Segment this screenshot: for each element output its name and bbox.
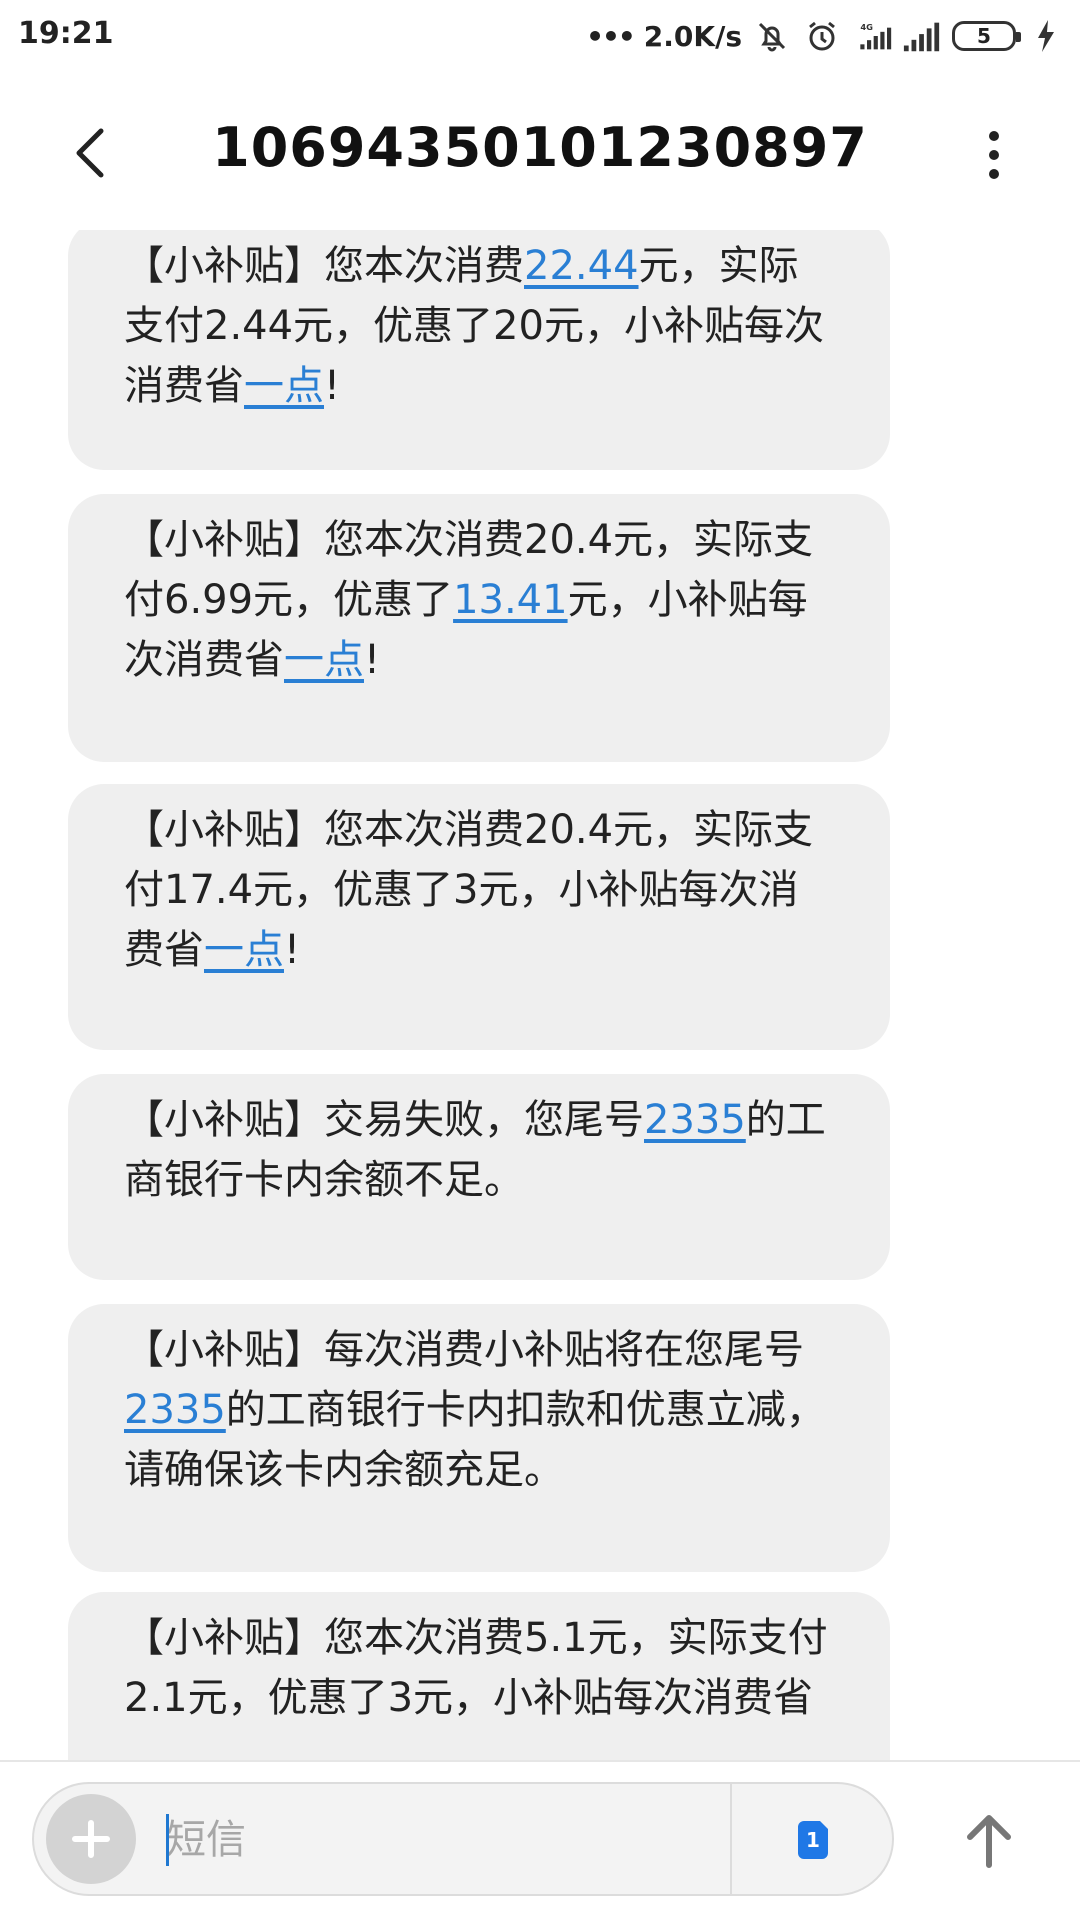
- add-attachment-button[interactable]: [46, 1794, 136, 1884]
- message-text: !: [284, 927, 301, 973]
- message-bubble[interactable]: 【小补贴】交易失败，您尾号2335的工商银行卡内余额不足。: [68, 1074, 890, 1280]
- charging-icon: [1026, 16, 1066, 56]
- message-link[interactable]: 22.44: [524, 243, 639, 289]
- sim-select-button[interactable]: 1: [790, 1816, 836, 1862]
- battery-icon: 5: [952, 21, 1021, 51]
- alarm-icon: [802, 16, 842, 56]
- message-bubble[interactable]: 【小补贴】您本次消费20.4元，实际支付17.4元，优惠了3元，小补贴每次消费省…: [68, 784, 890, 1050]
- status-icons: ••• 2.0K/s 4G 5: [586, 14, 1066, 58]
- mute-bell-icon: [752, 16, 792, 56]
- message-link[interactable]: 一点: [244, 363, 324, 409]
- status-time: 19:21: [18, 16, 114, 51]
- message-bubble[interactable]: 【小补贴】每次消费小补贴将在您尾号 2335的工商银行卡内扣款和优惠立减，请确保该…: [68, 1304, 890, 1572]
- signal-4g-icon: 4G: [852, 16, 892, 56]
- divider: [0, 1760, 1080, 1762]
- send-button[interactable]: [954, 1806, 1024, 1876]
- message-input[interactable]: [164, 1798, 728, 1882]
- message-text: 【小补贴】您本次消费5.1元，实际支付2.1元，优惠了3元，小补贴每次消费省: [124, 1615, 828, 1721]
- message-link[interactable]: 2335: [124, 1387, 226, 1433]
- message-link[interactable]: 一点: [284, 637, 364, 683]
- message-text: 的工商银行卡内扣款和优惠立减，请确保该卡内余额充足。: [124, 1387, 826, 1493]
- conversation-title: 10694350101230897: [212, 116, 868, 179]
- sim-label: 1: [806, 1828, 820, 1852]
- message-list[interactable]: 【小补贴】您本次消费22.44元，实际支付2.44元，优惠了20元，小补贴每次消…: [0, 230, 1080, 1760]
- more-vertical-icon: [989, 131, 999, 179]
- message-text: !: [324, 363, 341, 409]
- text-cursor: [166, 1814, 169, 1866]
- message-text: !: [364, 637, 381, 683]
- send-arrow-icon: [967, 1815, 1011, 1868]
- status-bar: 19:21 ••• 2.0K/s 4G 5: [0, 0, 1080, 72]
- plus-icon: [72, 1820, 110, 1858]
- dots-icon: •••: [586, 19, 636, 53]
- message-bubble[interactable]: 【小补贴】您本次消费5.1元，实际支付2.1元，优惠了3元，小补贴每次消费省: [68, 1592, 890, 1760]
- conversation-header: 10694350101230897: [0, 88, 1080, 218]
- more-options-button[interactable]: [964, 120, 1024, 190]
- message-bubble[interactable]: 【小补贴】您本次消费20.4元，实际支付6.99元，优惠了13.41元，小补贴每…: [68, 494, 890, 762]
- message-link[interactable]: 13.41: [453, 577, 568, 623]
- svg-text:4G: 4G: [860, 22, 873, 32]
- message-text: 【小补贴】每次消费小补贴将在您尾号: [124, 1327, 804, 1373]
- message-link[interactable]: 一点: [204, 927, 284, 973]
- message-text: 【小补贴】交易失败，您尾号: [124, 1097, 644, 1143]
- signal-icon: [902, 16, 942, 56]
- composer-separator: [730, 1784, 732, 1894]
- message-bubble[interactable]: 【小补贴】您本次消费22.44元，实际支付2.44元，优惠了20元，小补贴每次消…: [68, 230, 890, 470]
- sim-card-icon: 1: [798, 1821, 828, 1859]
- message-composer: 1: [32, 1782, 894, 1896]
- message-link[interactable]: 2335: [644, 1097, 746, 1143]
- net-speed: 2.0K/s: [643, 19, 742, 53]
- message-text: 【小补贴】您本次消费: [124, 243, 524, 289]
